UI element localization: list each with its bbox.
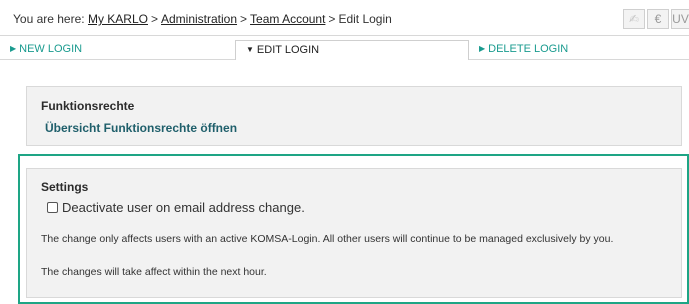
settings-highlight-frame (18, 154, 689, 304)
breadcrumb-prefix: You are here: (13, 12, 85, 26)
tab-edit-login[interactable]: ▼ EDIT LOGIN (235, 40, 469, 60)
breadcrumb-link-team-account[interactable]: Team Account (250, 12, 325, 26)
breadcrumb-separator: > (240, 12, 248, 26)
caret-down-icon: ▼ (246, 45, 254, 54)
functions-panel: Funktionsrechte Übersicht Funktionsrecht… (26, 86, 682, 146)
euro-icon[interactable]: € (647, 9, 669, 29)
tab-edit-login-label: EDIT LOGIN (256, 44, 320, 56)
caret-right-icon: ▶ (10, 44, 17, 53)
breadcrumb-current: Edit Login (338, 12, 392, 26)
caret-right-icon: ▶ (479, 44, 486, 53)
breadcrumb-separator: > (150, 12, 158, 26)
tab-delete-login[interactable]: ▶ DELETE LOGIN (469, 40, 689, 60)
breadcrumb-separator: > (328, 12, 336, 26)
breadcrumb: You are here: My KARLO > Administration > Te… (13, 12, 392, 26)
top-bar: You are here: My KARLO > Administration > Te… (0, 0, 689, 36)
tab-new-login[interactable]: ▶ NEW LOGIN (0, 40, 235, 60)
sign-icon[interactable]: ✍ (623, 9, 645, 29)
breadcrumb-link-administration[interactable]: Administration (161, 12, 237, 26)
uv-icon[interactable]: UV (671, 9, 689, 29)
functions-panel-title: Funktionsrechte (41, 99, 135, 113)
tab-delete-login-label: DELETE LOGIN (488, 43, 569, 55)
tab-bar: ▶ NEW LOGIN ▼ EDIT LOGIN ▶ DELETE LOGIN (0, 40, 689, 60)
breadcrumb-link-my-karlo[interactable]: My KARLO (88, 12, 148, 26)
tab-new-login-label: NEW LOGIN (19, 43, 83, 55)
open-functions-overview-link[interactable]: Übersicht Funktionsrechte öffnen (45, 121, 237, 135)
